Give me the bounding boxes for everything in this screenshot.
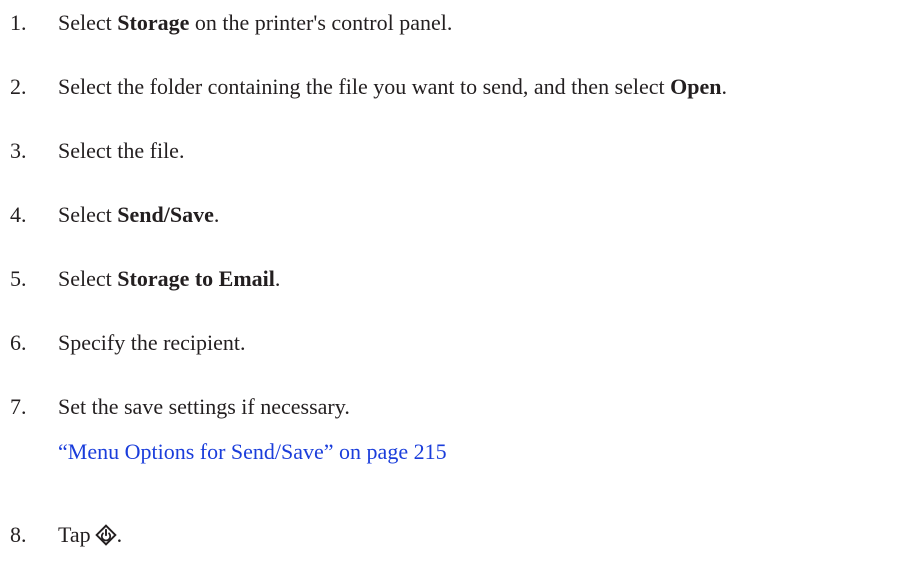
step-number: 5. — [10, 266, 27, 291]
step-text: Select Storage to Email. — [58, 264, 280, 294]
instruction-steps: 1. Select Storage on the printer's contr… — [0, 0, 901, 566]
step-text-part: Select — [58, 202, 118, 227]
step-number: 3. — [10, 138, 27, 163]
start-icon — [94, 524, 117, 546]
step-text: Select Storage on the printer's control … — [58, 8, 452, 38]
step-number: 6. — [10, 330, 27, 355]
step-text-part: Select the folder containing the file yo… — [58, 74, 671, 99]
step-text: Set the save settings if necessary. — [58, 394, 350, 419]
menu-options-send-save-link[interactable]: “Menu Options for Send/Save” on page 215 — [58, 437, 447, 467]
step-text: Select the folder containing the file yo… — [58, 72, 727, 102]
step-bold-term: Storage — [117, 10, 190, 35]
step-text: Specify the recipient. — [58, 330, 246, 355]
step-number: 8. — [10, 522, 27, 547]
step-bold-term: Open — [670, 74, 722, 99]
step-text: Select Send/Save. — [58, 200, 219, 230]
step-text-part: Tap — [58, 522, 91, 547]
step-number: 2. — [10, 74, 27, 99]
step-text-part: . — [721, 74, 728, 99]
step-number: 1. — [10, 10, 27, 35]
step-bold-term: Send/Save — [117, 202, 214, 227]
step-number: 4. — [10, 202, 27, 227]
step-text: Tap . — [58, 520, 122, 550]
step-text-part: . — [213, 202, 220, 227]
step-text-part: Select — [58, 266, 118, 291]
step-text-part: Select — [58, 10, 118, 35]
step-bold-term: Storage to Email — [117, 266, 275, 291]
step-text: Select the file. — [58, 138, 185, 163]
step-text-part: . — [274, 266, 281, 291]
step-text-part: on the printer's control panel. — [189, 10, 453, 35]
step-number: 7. — [10, 394, 27, 419]
step-text-part: . — [116, 522, 123, 547]
